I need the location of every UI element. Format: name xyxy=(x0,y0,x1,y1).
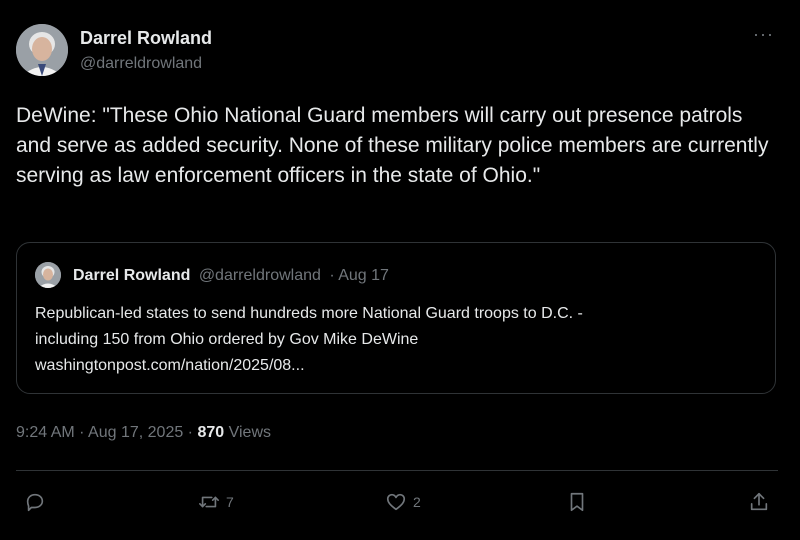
share-icon xyxy=(750,492,768,511)
tweet-timestamp[interactable]: 9:24 AM · Aug 17, 2025 · xyxy=(16,424,197,441)
author-avatar[interactable] xyxy=(16,24,68,76)
quote-date: · Aug 17 xyxy=(329,267,389,284)
quote-header: Darrel Rowland @darreldrowland · Aug 17 xyxy=(73,267,389,285)
views-count: 870 xyxy=(197,424,225,441)
bookmark-button[interactable] xyxy=(566,488,588,516)
heart-icon xyxy=(386,493,406,511)
retweet-button[interactable]: 7 xyxy=(198,488,234,516)
like-button[interactable]: 2 xyxy=(385,488,421,516)
share-button[interactable] xyxy=(748,488,770,516)
more-options-button[interactable]: ··· xyxy=(753,24,774,45)
quote-author-name: Darrel Rowland xyxy=(73,267,191,284)
quote-author-handle: @darreldrowland xyxy=(198,267,321,284)
like-count: 2 xyxy=(413,494,421,510)
reply-button[interactable] xyxy=(24,488,46,516)
quote-text: Republican-led states to send hundreds m… xyxy=(35,301,755,379)
quote-line: Republican-led states to send hundreds m… xyxy=(35,305,583,322)
divider xyxy=(16,470,778,471)
quote-line: including 150 from Ohio ordered by Gov M… xyxy=(35,331,419,348)
reply-icon xyxy=(26,493,44,512)
tweet-timestamp-views: 9:24 AM · Aug 17, 2025 · 870 Views xyxy=(16,424,271,442)
bookmark-icon xyxy=(570,492,584,512)
retweet-count: 7 xyxy=(226,494,234,510)
author-name[interactable]: Darrel Rowland xyxy=(80,28,212,49)
views-label: Views xyxy=(224,424,271,441)
quoted-tweet-card[interactable]: Darrel Rowland @darreldrowland · Aug 17 … xyxy=(16,242,776,394)
quote-link[interactable]: washingtonpost.com/nation/2025/08... xyxy=(35,353,755,379)
quote-author-avatar xyxy=(35,262,61,288)
retweet-icon xyxy=(199,496,219,508)
tweet-text: DeWine: "These Ohio National Guard membe… xyxy=(16,104,769,187)
author-handle[interactable]: @darreldrowland xyxy=(80,55,202,73)
